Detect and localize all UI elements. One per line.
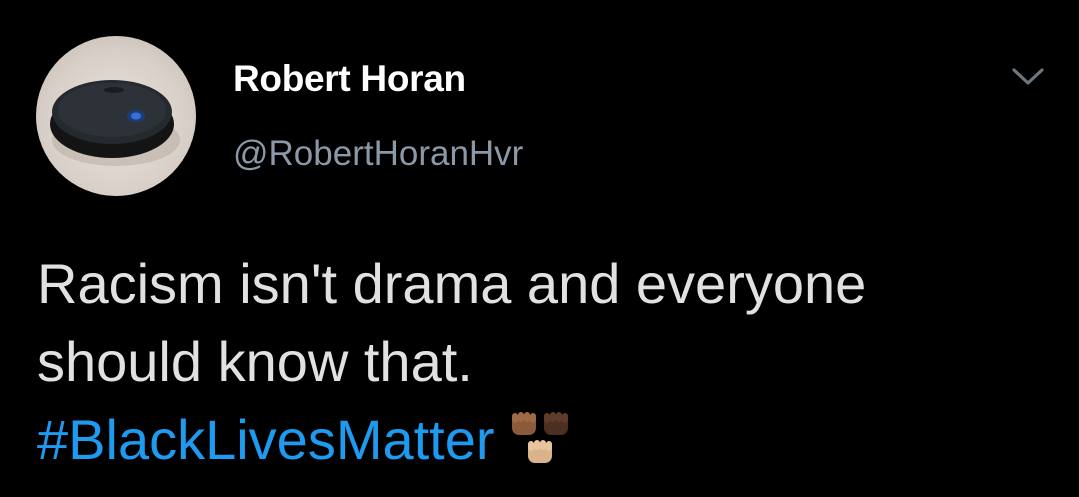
tweet-text: Racism isn't drama and everyone should k… (37, 245, 1037, 479)
tweet-card[interactable]: Robert Horan @RobertHoranHvr Racism isn'… (0, 0, 1079, 497)
raised-fist-light-icon (527, 440, 552, 463)
tweet-text-line-1: Racism isn't drama and everyone (37, 252, 867, 315)
author-handle[interactable]: @RobertHoranHvr (233, 134, 523, 174)
tweet-text-line-3: #BlackLivesMatter (37, 401, 1037, 479)
author-name[interactable]: Robert Horan (233, 58, 466, 100)
avatar[interactable] (36, 36, 196, 196)
tweet-text-line-2: should know that. (37, 330, 473, 393)
raised-fist-emoji-group (509, 409, 573, 471)
hashtag-link[interactable]: #BlackLivesMatter (37, 408, 495, 471)
chevron-down-icon[interactable] (1010, 62, 1046, 90)
robot-vacuum-image (50, 80, 180, 166)
